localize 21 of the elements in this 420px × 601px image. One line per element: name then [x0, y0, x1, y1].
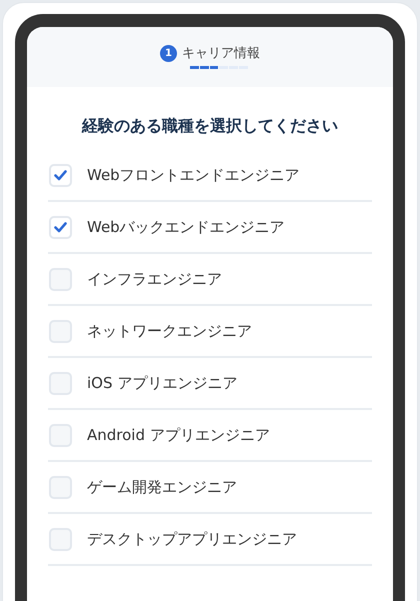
checkbox[interactable] [49, 528, 72, 550]
checkbox[interactable] [49, 476, 72, 498]
option-label: デスクトップアプリエンジニア [87, 528, 297, 550]
checkmark-icon [54, 170, 67, 180]
option-label: ゲーム開発エンジニア [87, 476, 237, 498]
checkbox[interactable] [49, 216, 72, 238]
step-number: 1 [160, 45, 177, 62]
option-label: ネットワークエンジニア [87, 320, 252, 342]
checkbox[interactable] [49, 320, 72, 342]
checkbox[interactable] [49, 268, 72, 290]
option-label: Webフロントエンドエンジニア [87, 164, 300, 186]
option-label: Webバックエンドエンジニア [87, 216, 285, 238]
option-label: iOS アプリエンジニア [87, 372, 238, 394]
question-heading: 経験のある職種を選択してください [80, 115, 339, 137]
option-label: インフラエンジニア [87, 268, 222, 290]
checkbox[interactable] [49, 424, 72, 446]
checkmark-icon [54, 222, 67, 232]
checkbox[interactable] [49, 164, 72, 186]
checkbox[interactable] [49, 372, 72, 394]
option-label: Android アプリエンジニア [87, 424, 270, 446]
step-title: キャリア情報 [182, 45, 260, 62]
